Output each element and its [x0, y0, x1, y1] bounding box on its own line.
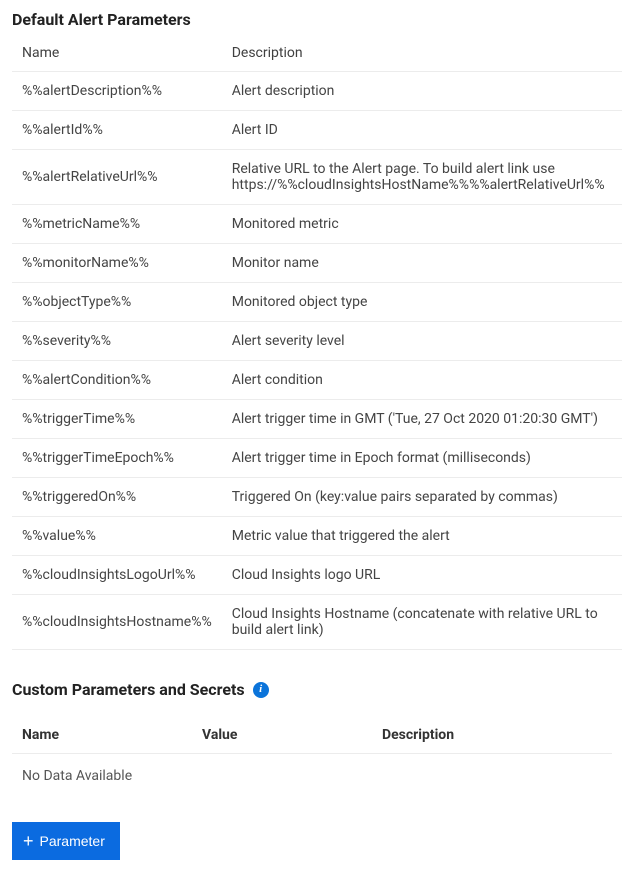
column-header-value: Value: [192, 717, 372, 754]
table-row: %%objectType%%Monitored object type: [12, 283, 622, 322]
column-header-description: Description: [372, 717, 612, 754]
param-name-cell: %%triggeredOn%%: [12, 478, 222, 517]
table-row: %%metricName%%Monitored metric: [12, 205, 622, 244]
param-desc-cell: Cloud Insights Hostname (concatenate wit…: [222, 595, 622, 650]
table-row: %%monitorName%%Monitor name: [12, 244, 622, 283]
param-desc-cell: Triggered On (key:value pairs separated …: [222, 478, 622, 517]
table-row: %%cloudInsightsHostname%%Cloud Insights …: [12, 595, 622, 650]
no-data-cell: No Data Available: [12, 754, 612, 799]
param-name-cell: %%metricName%%: [12, 205, 222, 244]
column-header-name: Name: [12, 37, 222, 72]
table-row: %%cloudInsightsLogoUrl%%Cloud Insights l…: [12, 556, 622, 595]
table-row: %%alertCondition%%Alert condition: [12, 361, 622, 400]
param-name-cell: %%triggerTime%%: [12, 400, 222, 439]
param-name-cell: %%cloudInsightsLogoUrl%%: [12, 556, 222, 595]
param-name-cell: %%monitorName%%: [12, 244, 222, 283]
param-desc-cell: Cloud Insights logo URL: [222, 556, 622, 595]
table-header-row: Name Value Description: [12, 717, 612, 754]
param-desc-cell: Metric value that triggered the alert: [222, 517, 622, 556]
table-row: %%alertRelativeUrl%%Relative URL to the …: [12, 150, 622, 205]
param-desc-cell: Monitored object type: [222, 283, 622, 322]
param-desc-cell: Alert trigger time in Epoch format (mill…: [222, 439, 622, 478]
param-desc-cell: Alert severity level: [222, 322, 622, 361]
param-desc-cell: Monitor name: [222, 244, 622, 283]
table-row: %%value%%Metric value that triggered the…: [12, 517, 622, 556]
param-name-cell: %%alertRelativeUrl%%: [12, 150, 222, 205]
button-label: Parameter: [40, 833, 105, 849]
table-row: %%alertDescription%%Alert description: [12, 72, 622, 111]
param-name-cell: %%alertId%%: [12, 111, 222, 150]
param-desc-cell: Relative URL to the Alert page. To build…: [222, 150, 622, 205]
table-row: %%triggeredOn%%Triggered On (key:value p…: [12, 478, 622, 517]
add-parameter-button[interactable]: + Parameter: [12, 822, 120, 860]
param-desc-cell: Alert trigger time in GMT ('Tue, 27 Oct …: [222, 400, 622, 439]
param-name-cell: %%objectType%%: [12, 283, 222, 322]
default-params-heading: Default Alert Parameters: [0, 6, 632, 37]
plus-icon: +: [23, 832, 34, 850]
table-row: %%severity%%Alert severity level: [12, 322, 622, 361]
param-name-cell: %%alertDescription%%: [12, 72, 222, 111]
param-desc-cell: Alert description: [222, 72, 622, 111]
param-desc-cell: Monitored metric: [222, 205, 622, 244]
param-desc-cell: Alert ID: [222, 111, 622, 150]
table-row: %%triggerTimeEpoch%%Alert trigger time i…: [12, 439, 622, 478]
default-params-table: Name Description %%alertDescription%%Ale…: [12, 37, 622, 650]
empty-row: No Data Available: [12, 754, 612, 799]
custom-params-heading: Custom Parameters and Secrets: [12, 680, 245, 699]
column-header-name: Name: [12, 717, 192, 754]
info-icon[interactable]: i: [253, 682, 269, 698]
param-name-cell: %%cloudInsightsHostname%%: [12, 595, 222, 650]
custom-params-table: Name Value Description No Data Available: [12, 717, 612, 798]
table-header-row: Name Description: [12, 37, 622, 72]
param-desc-cell: Alert condition: [222, 361, 622, 400]
table-row: %%alertId%%Alert ID: [12, 111, 622, 150]
param-name-cell: %%alertCondition%%: [12, 361, 222, 400]
param-name-cell: %%triggerTimeEpoch%%: [12, 439, 222, 478]
param-name-cell: %%severity%%: [12, 322, 222, 361]
table-row: %%triggerTime%%Alert trigger time in GMT…: [12, 400, 622, 439]
param-name-cell: %%value%%: [12, 517, 222, 556]
column-header-description: Description: [222, 37, 622, 72]
